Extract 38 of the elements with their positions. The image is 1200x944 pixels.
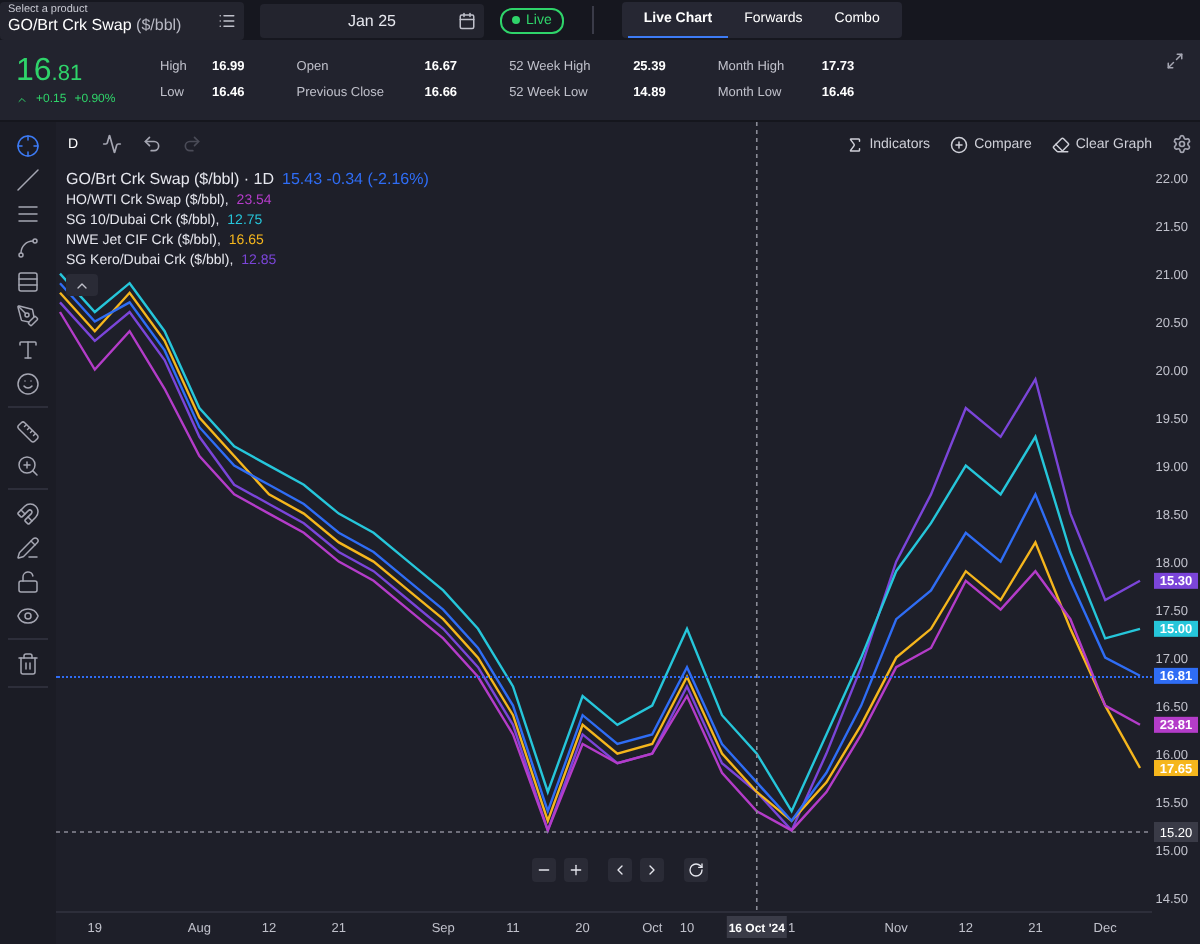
- reset-icon: [688, 862, 704, 878]
- pencil-icon[interactable]: [16, 536, 40, 560]
- zoom-in-button[interactable]: [564, 858, 588, 882]
- curve-icon[interactable]: [16, 236, 40, 260]
- eye-icon[interactable]: [16, 604, 40, 628]
- lock-icon[interactable]: [16, 570, 40, 594]
- line-tool-icon[interactable]: [16, 168, 40, 192]
- date-field[interactable]: Jan 25: [260, 3, 484, 37]
- trash-icon[interactable]: [16, 652, 40, 676]
- collapse-button[interactable]: [66, 274, 98, 296]
- scroll-left-button[interactable]: [608, 858, 632, 882]
- scroll-right-icon: [644, 862, 660, 878]
- list-icon[interactable]: [218, 11, 236, 29]
- eraser-icon: [1051, 135, 1070, 153]
- expand-icon[interactable]: [1166, 52, 1184, 70]
- reset-button[interactable]: [684, 858, 708, 882]
- product-name: GO/Brt Crk Swap ($/bbl): [8, 17, 182, 34]
- line-chart-icon[interactable]: [102, 134, 123, 154]
- legend-item: GO/Brt Crk Swap ($/bbl) · 1D 15.43 -0.34 (-2.16%): [66, 170, 429, 188]
- crosshair-icon[interactable]: [16, 134, 40, 158]
- sigma-icon: [845, 135, 864, 153]
- pen-icon[interactable]: [16, 304, 40, 328]
- plus-circle-icon: [950, 135, 969, 153]
- zoom-in-icon: [568, 862, 584, 878]
- settings-icon[interactable]: [1172, 134, 1192, 154]
- ruler-icon[interactable]: [16, 420, 40, 444]
- magnet-icon[interactable]: [16, 502, 40, 526]
- lines-icon[interactable]: [16, 202, 40, 226]
- last-price: 16.81: [16, 55, 85, 87]
- zoom-in-icon[interactable]: [16, 454, 40, 478]
- smiley-icon[interactable]: [16, 372, 40, 396]
- rows-icon[interactable]: [16, 270, 40, 294]
- calendar-icon[interactable]: [458, 11, 476, 29]
- scroll-right-button[interactable]: [640, 858, 664, 882]
- scroll-left-icon: [612, 862, 628, 878]
- text-tool-icon[interactable]: [16, 338, 40, 362]
- zoom-out-button[interactable]: [532, 858, 556, 882]
- undo-icon[interactable]: [142, 134, 163, 154]
